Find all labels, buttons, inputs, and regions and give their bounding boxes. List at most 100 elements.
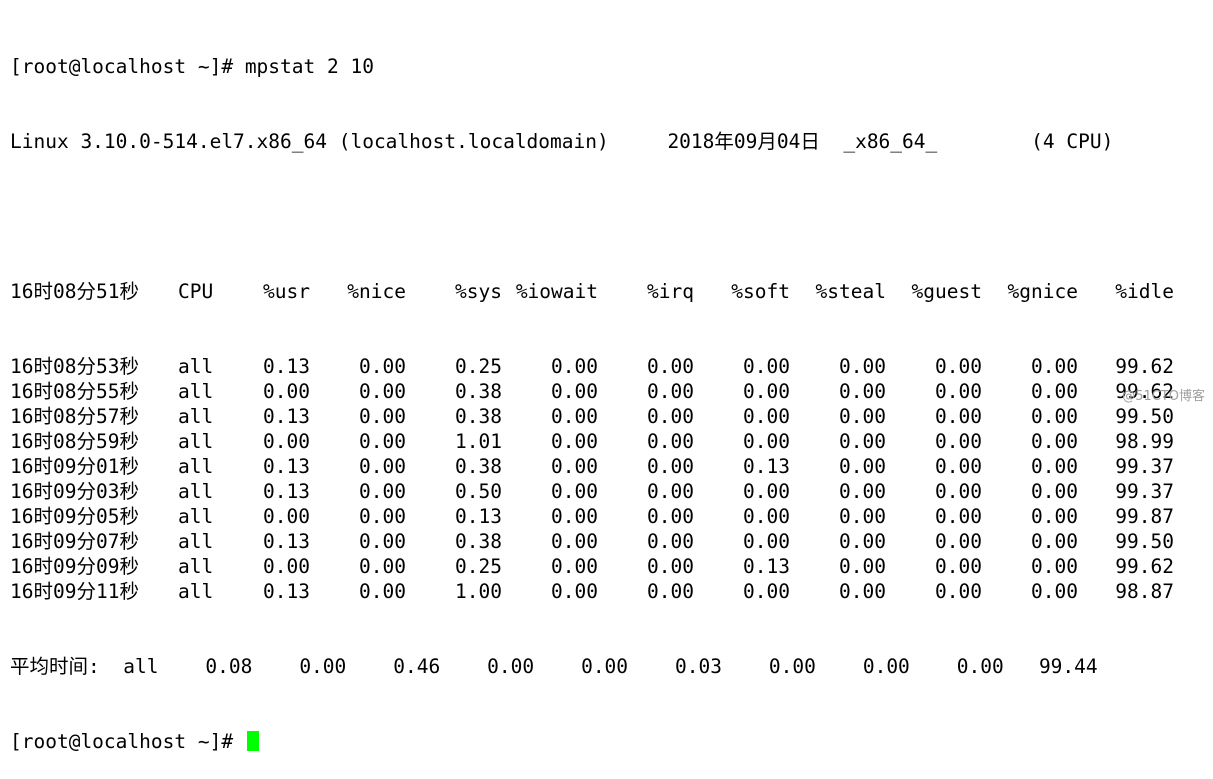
row-cell: 0.00 (1031, 380, 1078, 403)
row-cell: 0.00 (743, 530, 790, 553)
row-cell: 16时08分59秒 (10, 430, 139, 453)
row-cell: 16时09分11秒 (10, 580, 139, 603)
row-cell: 16时08分53秒 (10, 355, 139, 378)
row-cell: 16时09分09秒 (10, 555, 139, 578)
average-row: 平均时间: all 0.08 0.00 0.46 0.00 0.00 0.03 … (10, 655, 1098, 678)
row-cell: 0.00 (1031, 580, 1078, 603)
row-cell: 0.00 (359, 505, 406, 528)
row-cell: 16时08分57秒 (10, 405, 139, 428)
row-cell: 0.00 (647, 405, 694, 428)
row-cell: 0.00 (935, 455, 982, 478)
row-cell: 0.38 (455, 405, 502, 428)
row-cell: all (178, 580, 214, 603)
row-cell: 0.38 (455, 380, 502, 403)
row-cell: 0.00 (263, 430, 310, 453)
row-cell: 0.13 (263, 355, 310, 378)
row-cell: 0.00 (647, 505, 694, 528)
row-cell: 0.13 (263, 580, 310, 603)
row-cell: 0.00 (359, 380, 406, 403)
row-cell: 0.00 (263, 505, 310, 528)
row-cell: 0.00 (743, 480, 790, 503)
row-cell: 99.87 (1115, 505, 1174, 528)
row-cell: all (178, 530, 214, 553)
row-cell: 0.00 (1031, 430, 1078, 453)
row-cell: 0.13 (263, 455, 310, 478)
header-cell: %sys (455, 280, 502, 303)
table-row: 16时08分53秒 all 0.13 0.00 0.25 0.00 0.00 0.00 0.00… (10, 354, 1213, 379)
row-cell: 0.00 (839, 580, 886, 603)
row-cell: all (178, 405, 214, 428)
table-row: 16时08分59秒 all 0.00 0.00 1.01 0.00 0.00 0.00 0.00… (10, 429, 1213, 454)
header-cell: %irq (647, 280, 694, 303)
terminal-cursor (246, 731, 259, 751)
header-cell: %guest (911, 280, 982, 303)
row-cell: 0.00 (935, 505, 982, 528)
row-cell: 0.00 (263, 555, 310, 578)
row-cell: 16时09分03秒 (10, 480, 139, 503)
row-cell: 0.00 (647, 480, 694, 503)
row-cell: 0.00 (551, 380, 598, 403)
row-cell: 1.00 (455, 580, 502, 603)
row-cell: 0.25 (455, 355, 502, 378)
row-cell: 0.00 (359, 430, 406, 453)
row-cell: 0.00 (935, 580, 982, 603)
row-cell: 1.01 (455, 430, 502, 453)
row-cell: 0.00 (743, 380, 790, 403)
row-cell: 98.87 (1115, 580, 1174, 603)
row-cell: 0.00 (1031, 555, 1078, 578)
terminal-window[interactable]: [root@localhost ~]# mpstat 2 10 Linux 3.… (0, 0, 1213, 753)
table-row: 16时08分57秒 all 0.13 0.00 0.38 0.00 0.00 0.00 0.00… (10, 404, 1213, 429)
row-cell: all (178, 380, 214, 403)
row-cell: 0.00 (839, 480, 886, 503)
header-cell: %usr (263, 280, 310, 303)
command-line: [root@localhost ~]# mpstat 2 10 (10, 54, 1213, 79)
row-cell: 16时09分07秒 (10, 530, 139, 553)
header-cell: %iowait (515, 280, 598, 303)
table-row: 16时08分55秒 all 0.00 0.00 0.38 0.00 0.00 0.00 0.00… (10, 379, 1213, 404)
row-cell: 0.00 (935, 380, 982, 403)
table-row: 16时09分03秒 all 0.13 0.00 0.50 0.00 0.00 0.00 0.00… (10, 479, 1213, 504)
header-cell: 16时08分51秒 (10, 280, 139, 303)
row-cell: 0.00 (1031, 505, 1078, 528)
row-cell: 16时09分05秒 (10, 505, 139, 528)
header-cell: %soft (731, 280, 790, 303)
header-cell: %nice (347, 280, 406, 303)
row-cell: 0.50 (455, 480, 502, 503)
row-cell: 16时09分01秒 (10, 455, 139, 478)
system-info-line: Linux 3.10.0-514.el7.x86_64 (localhost.l… (10, 130, 1114, 153)
row-cell: 0.13 (263, 405, 310, 428)
row-cell: 0.00 (647, 430, 694, 453)
row-cell: 0.00 (839, 380, 886, 403)
row-cell: 0.00 (551, 455, 598, 478)
row-cell: 0.00 (839, 405, 886, 428)
row-cell: 99.62 (1115, 555, 1174, 578)
row-cell: 0.00 (647, 455, 694, 478)
row-cell: 0.00 (743, 405, 790, 428)
row-cell: 99.50 (1115, 405, 1174, 428)
row-cell: 0.00 (647, 580, 694, 603)
row-cell: 0.00 (551, 505, 598, 528)
row-cell: 0.00 (647, 380, 694, 403)
row-cell: all (178, 455, 214, 478)
table-row: 16时09分05秒 all 0.00 0.00 0.13 0.00 0.00 0.00 0.00… (10, 504, 1213, 529)
row-cell: 0.13 (263, 480, 310, 503)
watermark: @51CTO博客 (1122, 389, 1205, 404)
row-cell: 0.00 (743, 430, 790, 453)
row-cell: 0.00 (743, 505, 790, 528)
row-cell: all (178, 555, 214, 578)
row-cell: 0.00 (839, 555, 886, 578)
row-cell: 0.13 (743, 555, 790, 578)
row-cell: 0.00 (551, 430, 598, 453)
final-prompt-line[interactable]: [root@localhost ~]# (10, 729, 1213, 754)
table-row: 16时09分07秒 all 0.13 0.00 0.38 0.00 0.00 0.00 0.00… (10, 529, 1213, 554)
row-cell: 99.37 (1115, 480, 1174, 503)
row-cell: 0.00 (359, 555, 406, 578)
row-cell: 0.00 (935, 430, 982, 453)
row-cell: 0.00 (935, 530, 982, 553)
row-cell: 0.00 (551, 555, 598, 578)
table-header: 16时08分51秒 CPU %usr %nice %sys %iowait %irq %sof… (10, 279, 1213, 304)
header-cell: %idle (1115, 280, 1174, 303)
table-row: 16时09分11秒 all 0.13 0.00 1.00 0.00 0.00 0.00 0.00… (10, 579, 1213, 604)
row-cell: 0.13 (263, 530, 310, 553)
